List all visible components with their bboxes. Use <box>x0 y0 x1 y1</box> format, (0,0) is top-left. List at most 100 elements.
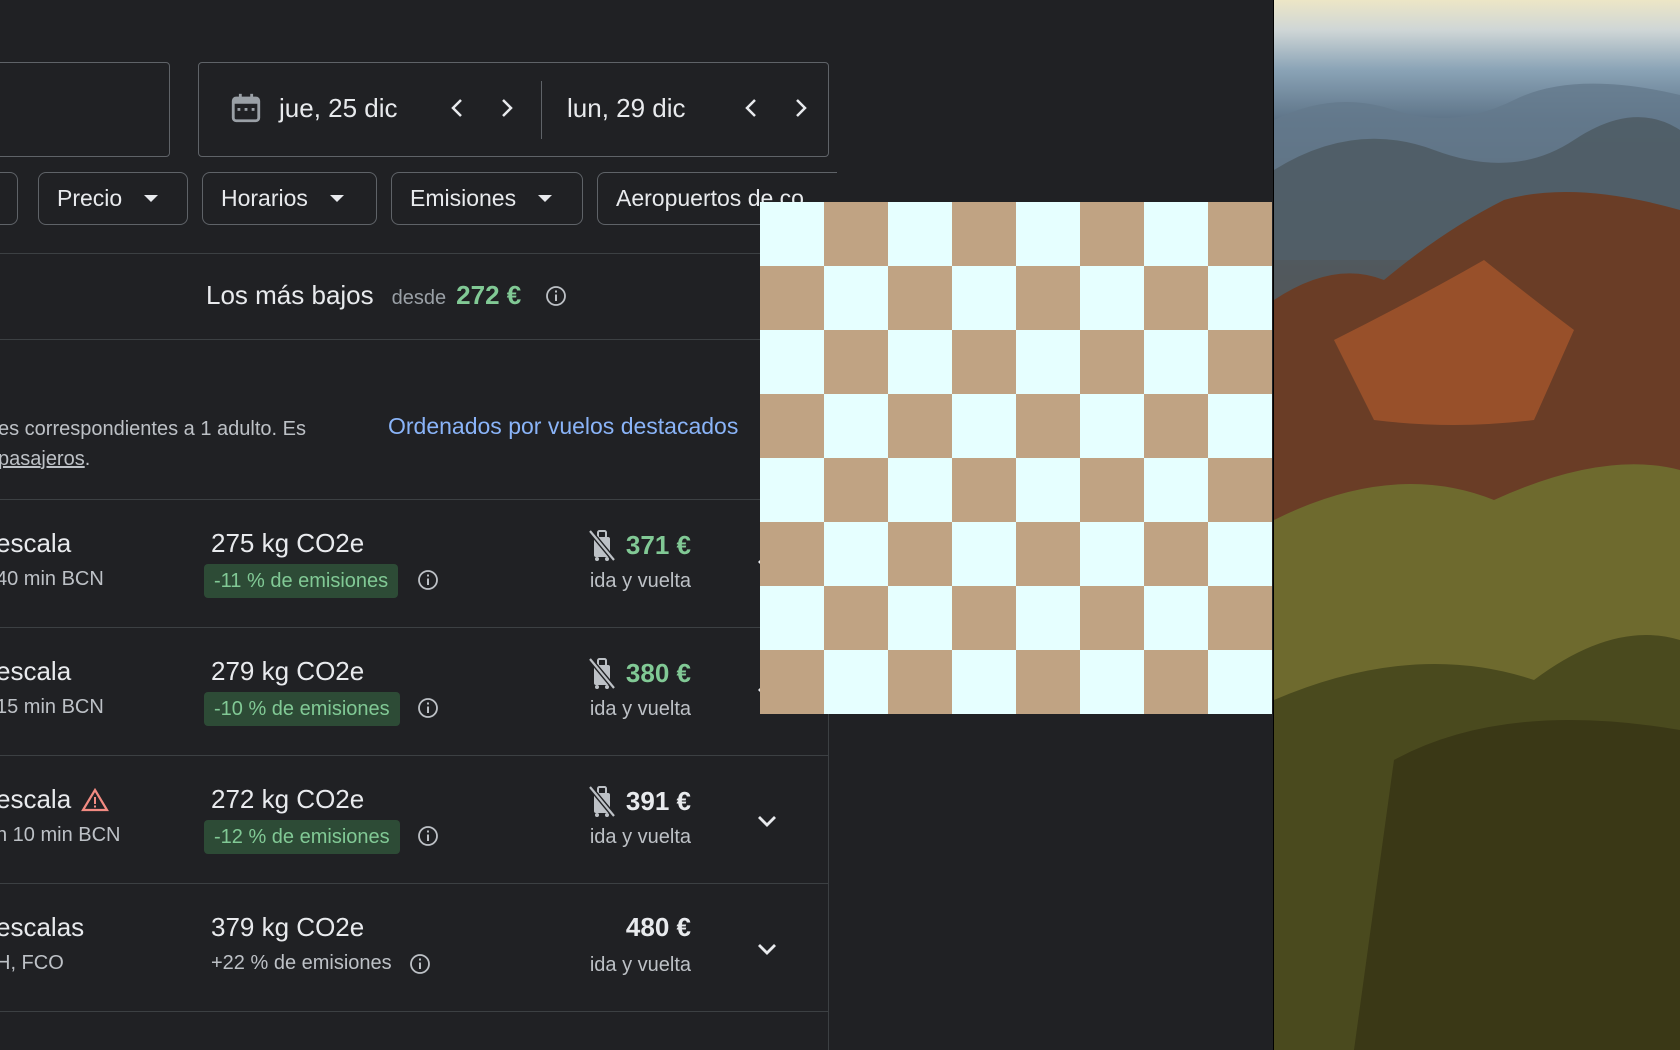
flight-row[interactable]: escala h 10 min BCN 272 kg CO2e -12 % de em… <box>0 756 829 884</box>
co2-value: 272 kg CO2e <box>211 784 365 814</box>
caret-down-icon <box>144 195 159 202</box>
checker-square <box>952 202 1016 266</box>
return-prev-button[interactable] <box>736 93 766 123</box>
layover-info: H, FCO <box>0 952 64 974</box>
checker-square <box>760 650 824 714</box>
depart-next-button[interactable] <box>492 93 522 123</box>
stops-label: escala <box>0 784 110 815</box>
checker-square <box>1208 522 1272 586</box>
checker-square <box>1208 650 1272 714</box>
date-separator <box>541 81 542 139</box>
checker-square <box>824 522 888 586</box>
chevron-down-icon[interactable] <box>752 806 782 836</box>
no-carry-on-icon <box>587 657 616 690</box>
warning-icon <box>81 787 110 811</box>
caret-down-icon <box>329 195 344 202</box>
filter-chip-partial[interactable] <box>0 172 18 225</box>
checker-square <box>1144 266 1208 330</box>
checker-square <box>1208 202 1272 266</box>
emissions-badge: -10 % de emisiones <box>204 692 400 726</box>
divider <box>0 1011 829 1012</box>
divider <box>0 253 829 254</box>
destination-field[interactable] <box>0 62 170 157</box>
checker-square <box>760 202 824 266</box>
passengers-link[interactable]: pasajeros <box>0 448 85 470</box>
price-notice: es correspondientes a 1 adulto. Es pasaj… <box>0 414 306 474</box>
filter-chip-price[interactable]: Precio <box>38 172 188 225</box>
emissions-badge: -11 % de emisiones <box>204 564 399 598</box>
lowest-price-tab[interactable]: Los más bajos desde 272 € <box>206 280 567 311</box>
price-value: 480 € <box>625 912 691 942</box>
checker-square <box>1144 330 1208 394</box>
chevron-right-icon <box>502 99 513 117</box>
co2-value: 275 kg CO2e <box>211 528 365 558</box>
checker-square <box>1080 202 1144 266</box>
caret-down-icon <box>538 195 553 202</box>
layover-info: 15 min BCN <box>0 696 104 718</box>
price: 380 € <box>586 656 691 690</box>
checker-square <box>760 522 824 586</box>
checker-square <box>1080 266 1144 330</box>
filter-chip-label: Precio <box>57 185 123 211</box>
checker-square <box>1208 266 1272 330</box>
filter-chip-label: Horarios <box>221 185 308 211</box>
checker-square <box>1144 202 1208 266</box>
checker-square <box>824 586 888 650</box>
info-icon[interactable] <box>417 825 439 847</box>
checker-square <box>1016 586 1080 650</box>
checker-square <box>888 586 952 650</box>
filter-chip-times[interactable]: Horarios <box>202 172 377 225</box>
no-carry-on-icon <box>587 529 616 562</box>
info-icon[interactable] <box>417 697 439 719</box>
depart-prev-button[interactable] <box>442 93 472 123</box>
flights-app: jue, 25 dic lun, 29 dic Precio Horarios … <box>0 0 1274 1050</box>
checker-square <box>1080 330 1144 394</box>
checker-square <box>1016 202 1080 266</box>
checker-square <box>760 266 824 330</box>
stops-text: escala <box>0 656 72 686</box>
stops-label: escala <box>0 656 71 687</box>
date-range-field[interactable]: jue, 25 dic lun, 29 dic <box>198 62 829 157</box>
flight-row[interactable]: escala 15 min BCN 279 kg CO2e -10 % de emis… <box>0 628 829 756</box>
price-value: 380 € <box>625 657 691 688</box>
layover-info: h 10 min BCN <box>0 824 121 846</box>
checker-square <box>888 266 952 330</box>
mountain-landscape <box>1274 83 1680 1050</box>
depart-date[interactable]: jue, 25 dic <box>279 93 398 124</box>
checker-square <box>1144 650 1208 714</box>
filter-chip-emissions[interactable]: Emisiones <box>391 172 583 225</box>
checker-square <box>888 394 952 458</box>
checker-square <box>760 394 824 458</box>
checker-square <box>952 650 1016 714</box>
return-next-button[interactable] <box>786 93 816 123</box>
notice-suffix: . <box>84 448 91 470</box>
checker-square <box>888 458 952 522</box>
chevron-down-icon[interactable] <box>752 934 782 964</box>
checker-square <box>1208 586 1272 650</box>
flight-row[interactable]: escalas H, FCO 379 kg CO2e +22 % de emision… <box>0 884 829 1012</box>
lowest-from-label: desde <box>391 287 447 309</box>
info-icon[interactable] <box>545 285 567 307</box>
co2-value: 379 kg CO2e <box>211 912 365 942</box>
checker-square <box>760 330 824 394</box>
checker-square <box>1208 394 1272 458</box>
price-value: 391 € <box>625 785 691 816</box>
info-icon[interactable] <box>409 953 431 975</box>
checker-square <box>824 650 888 714</box>
checker-square <box>1016 394 1080 458</box>
checker-square <box>952 394 1016 458</box>
stops-label: escala <box>0 528 71 559</box>
desktop-wallpaper <box>1274 0 1680 1050</box>
return-date[interactable]: lun, 29 dic <box>567 93 686 124</box>
checker-square <box>1016 266 1080 330</box>
no-carry-on-icon <box>587 785 616 818</box>
notice-line: es correspondientes a 1 adulto. Es <box>0 418 306 440</box>
checker-square <box>1016 522 1080 586</box>
checker-square <box>952 266 1016 330</box>
flight-row[interactable]: escala 40 min BCN 275 kg CO2e -11 % de emis… <box>0 500 829 628</box>
checker-square <box>1144 522 1208 586</box>
sort-link[interactable]: Ordenados por vuelos destacados <box>388 413 738 440</box>
checker-square <box>1080 394 1144 458</box>
info-icon[interactable] <box>417 569 439 591</box>
checker-square <box>1208 458 1272 522</box>
